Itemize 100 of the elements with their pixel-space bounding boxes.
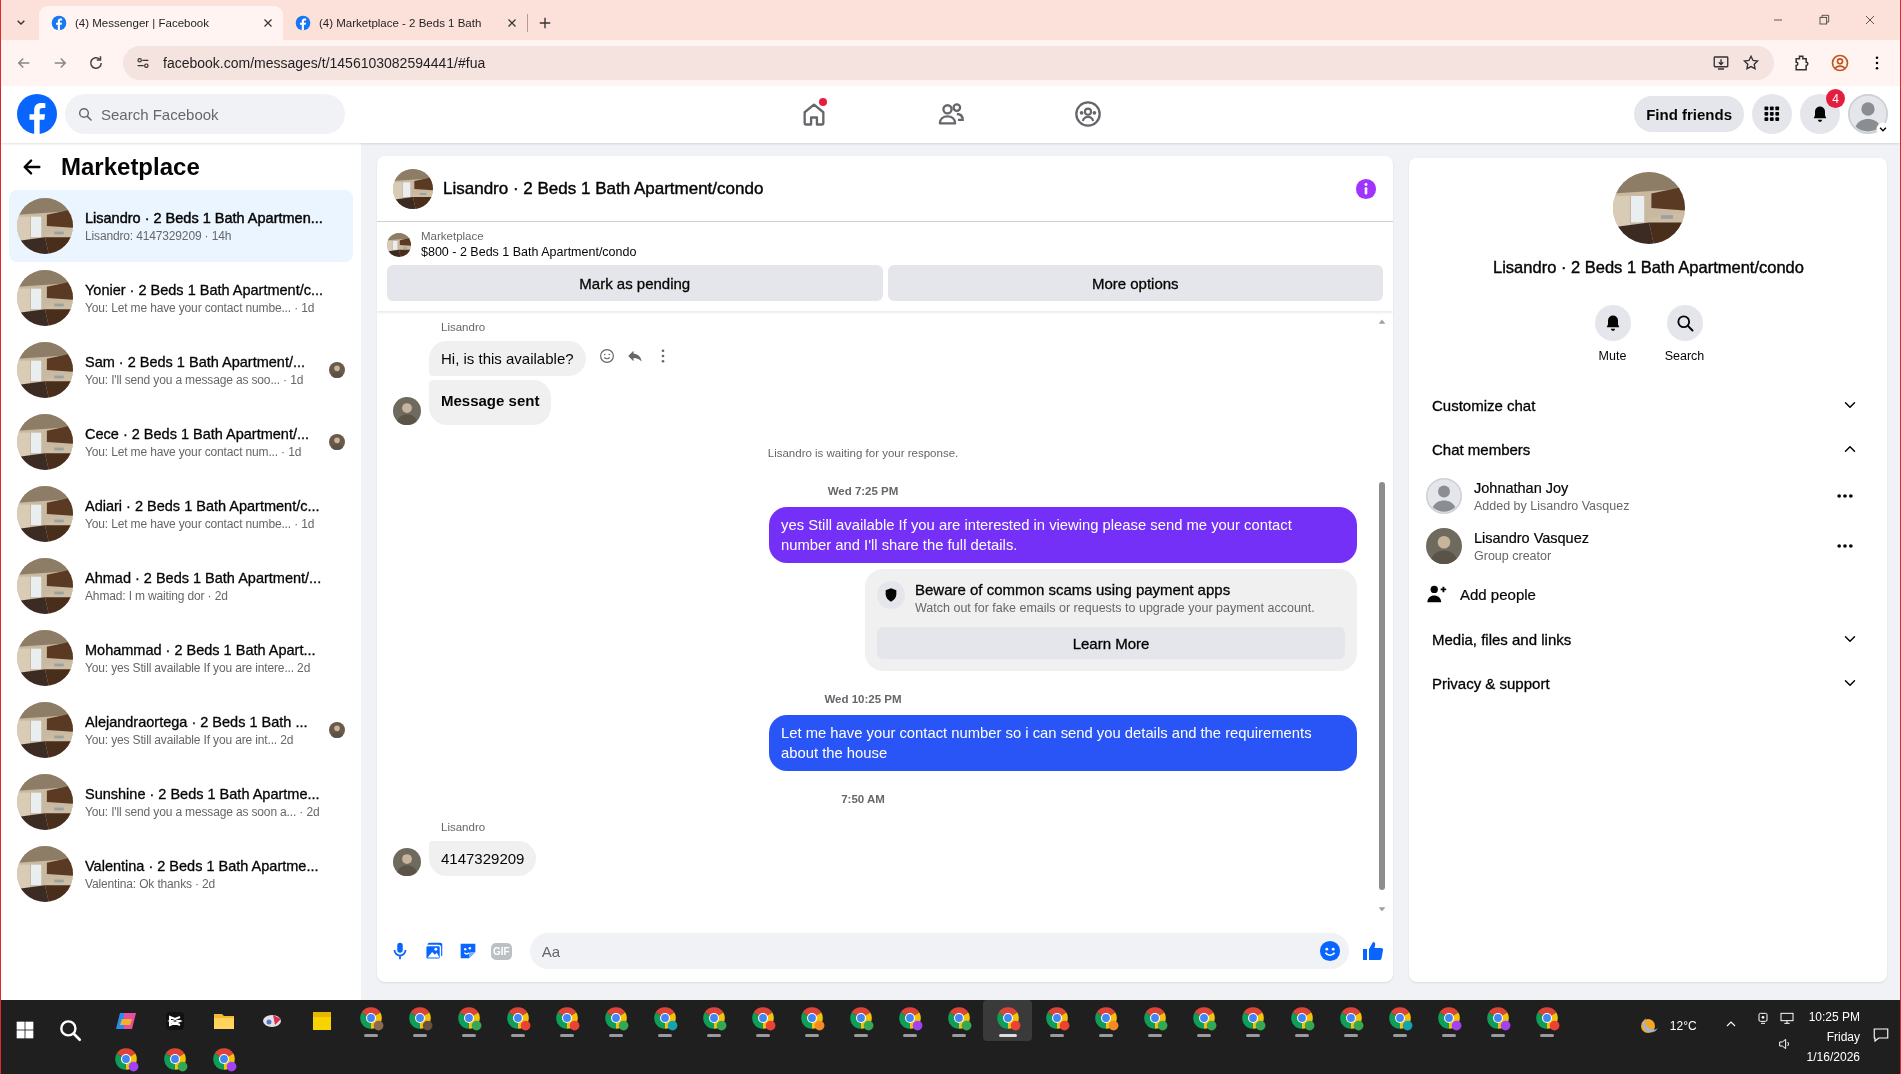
emoji-icon[interactable]: [1319, 940, 1341, 962]
conversation-item[interactable]: Sam · 2 Beds 1 Bath Apartment/... You: I'll send you a message as soo... · 1d: [9, 334, 353, 406]
conversation-item[interactable]: Cece · 2 Beds 1 Bath Apartment/... You: Let me have your contact num... · 1d: [9, 406, 353, 478]
search-icon: [77, 106, 93, 122]
browser-icon: [1190, 1004, 1217, 1031]
conversation-title: Valentina · 2 Beds 1 Bath Apartme...: [85, 857, 320, 874]
notifications-icon[interactable]: [1872, 1026, 1890, 1044]
taskbar-app[interactable]: [983, 1000, 1032, 1041]
warning-title: Beware of common scams using payment apps: [915, 581, 1232, 598]
mute-button[interactable]: [1594, 305, 1631, 341]
section-header[interactable]: Customize chat: [1426, 383, 1871, 427]
conversation-title: Mohammad · 2 Beds 1 Bath Apart...: [85, 641, 317, 658]
chat-title: Lisandro · 2 Beds 1 Bath Apartment/condo: [1493, 258, 1804, 277]
start-icon[interactable]: [15, 1020, 35, 1040]
clock-day: Friday: [1826, 1030, 1860, 1044]
browser-icon: [1533, 1004, 1560, 1031]
find-friends-button[interactable]: Find friends: [1634, 96, 1744, 132]
browser-icon: [994, 1004, 1021, 1031]
section-header[interactable]: Chat members: [1426, 427, 1871, 471]
message-preview: Lisandro: 4147329209 · 14h: [85, 228, 233, 243]
conversation-title: Ahmad · 2 Beds 1 Bath Apartment/...: [85, 569, 323, 586]
scroll-up-icon[interactable]: [1377, 317, 1387, 327]
emoji-icon[interactable]: [597, 346, 616, 365]
conversation-item[interactable]: Adiari · 2 Beds 1 Bath Apartment/c... You: Let me have your contact numbe... · 1d: [9, 478, 353, 550]
message-preview: Valentina: Ok thanks · 2d: [85, 876, 217, 891]
browser-icon: [210, 1045, 237, 1072]
message-preview: You: Let me have your contact num... · 1d: [85, 444, 303, 459]
message-field[interactable]: Aa: [529, 933, 1349, 969]
conversation-item[interactable]: Yonier · 2 Beds 1 Bath Apartment/c... You: Let me have your contact numbe... · 1d: [9, 262, 353, 334]
star-icon[interactable]: [1742, 54, 1760, 72]
conversation-item[interactable]: Mohammad · 2 Beds 1 Bath Apart... You: yes Still available If you are intere... 2d: [9, 622, 353, 694]
reload-icon[interactable]: [87, 54, 105, 72]
message-preview: You: yes Still available If you are int... 2d: [85, 732, 295, 747]
message-preview: You: I'll send you a message as soon a... · 2d: [85, 804, 321, 819]
notifications-button[interactable]: [1800, 94, 1840, 134]
sender-name: Lisandro: [441, 821, 487, 833]
message-preview: You: I'll send you a message as soo... · 1d: [85, 372, 305, 387]
sender-name: Lisandro: [441, 321, 487, 333]
browser-icon: [896, 1004, 923, 1031]
section-header[interactable]: Privacy & support: [1426, 661, 1871, 705]
grid-icon: [1762, 104, 1782, 124]
browser-icon: [602, 1004, 629, 1031]
learn-more-button[interactable]: Learn More: [877, 627, 1345, 659]
message-preview: Ahmad: I m waiting dor · 2d: [85, 588, 229, 603]
search-button[interactable]: [1666, 305, 1703, 341]
address-bar[interactable]: facebook.com/messages/t/1456103082594441/#fua: [123, 46, 1774, 80]
conversation-item[interactable]: Ahmad · 2 Beds 1 Bath Apartment/... Ahmad: I m waiting dor · 2d: [9, 550, 353, 622]
browser-icon: [945, 1004, 972, 1031]
conversation-item[interactable]: Alejandraortega · 2 Beds 1 Bath ... You: yes Still available If you are int... 2d: [9, 694, 353, 766]
monitor-icon[interactable]: [1778, 1010, 1795, 1026]
avatar: [1426, 478, 1462, 514]
message-bubble: Let me have your contact number so i can send you details and the requirements about the house: [769, 715, 1357, 771]
conversation-title: Sam · 2 Beds 1 Bath Apartment/...: [85, 353, 307, 370]
conversation-item[interactable]: Valentina · 2 Beds 1 Bath Apartme... Valentina: Ok thanks · 2d: [9, 838, 353, 910]
site-settings-icon: [135, 55, 151, 71]
clock-time: 10:25 PM: [1808, 1010, 1860, 1024]
search-field[interactable]: Search Facebook: [65, 94, 345, 134]
action-label: Search: [1664, 349, 1705, 363]
conversation-item[interactable]: Sunshine · 2 Beds 1 Bath Apartme... You: I'll send you a message as soon a... · 2d: [9, 766, 353, 838]
groups-icon[interactable]: [1073, 100, 1102, 128]
notice-text: Lisandro is waiting for your response.: [767, 447, 960, 459]
browser-icon: [1386, 1004, 1413, 1031]
like-icon[interactable]: [1361, 939, 1385, 963]
timestamp: 7:50 AM: [841, 793, 886, 805]
conversation-title: Alejandraortega · 2 Beds 1 Bath ...: [85, 713, 309, 730]
browser-icon: [749, 1004, 776, 1031]
browser-icon: [112, 1045, 139, 1072]
action-button[interactable]: Mark as pending: [387, 265, 883, 301]
add-people-button[interactable]: Add people: [1426, 571, 1871, 617]
browser-icon: [1239, 1004, 1266, 1031]
scrollbar-thumb[interactable]: [1379, 482, 1385, 890]
scroll-down-icon[interactable]: [1377, 904, 1387, 914]
browser-icon: [847, 1004, 874, 1031]
browser-icon: [651, 1004, 678, 1031]
notification-badge: 4: [1826, 89, 1845, 108]
info-icon[interactable]: [1355, 177, 1377, 200]
profile-icon[interactable]: [1830, 53, 1850, 73]
message-bubble: 4147329209: [429, 841, 537, 876]
browser-tab[interactable]: (4) Marketplace - 2 Beds 1 Bath: [283, 6, 527, 40]
conversation-title: Sunshine · 2 Beds 1 Bath Apartme...: [85, 785, 321, 802]
restore-icon[interactable]: [1816, 12, 1832, 28]
logo-icon[interactable]: [17, 94, 57, 134]
menu-button[interactable]: [1752, 94, 1792, 134]
search-icon[interactable]: [57, 1017, 83, 1043]
friends-icon[interactable]: [936, 100, 965, 128]
member-role: Added by Lisandro Vasquez: [1474, 498, 1631, 513]
section-title: Marketplace: [61, 152, 200, 181]
action-button[interactable]: More options: [887, 265, 1383, 301]
browser-tab[interactable]: (4) Messenger | Facebook: [39, 6, 283, 40]
browser-icon: [700, 1004, 727, 1031]
section-header[interactable]: Media, files and links: [1426, 617, 1871, 661]
logo-icon: [295, 15, 311, 31]
browser-icon: [1092, 1004, 1119, 1031]
logo-icon: [51, 15, 67, 31]
search-icon: [1674, 313, 1695, 333]
photo-icon[interactable]: [423, 940, 445, 962]
install-icon[interactable]: [1712, 54, 1730, 72]
conversation-item[interactable]: Lisandro · 2 Beds 1 Bath Apartmen... Lisandro: 4147329209 · 14h: [9, 190, 353, 262]
browser-icon: [406, 1004, 433, 1031]
browser-icon: [1043, 1004, 1070, 1031]
